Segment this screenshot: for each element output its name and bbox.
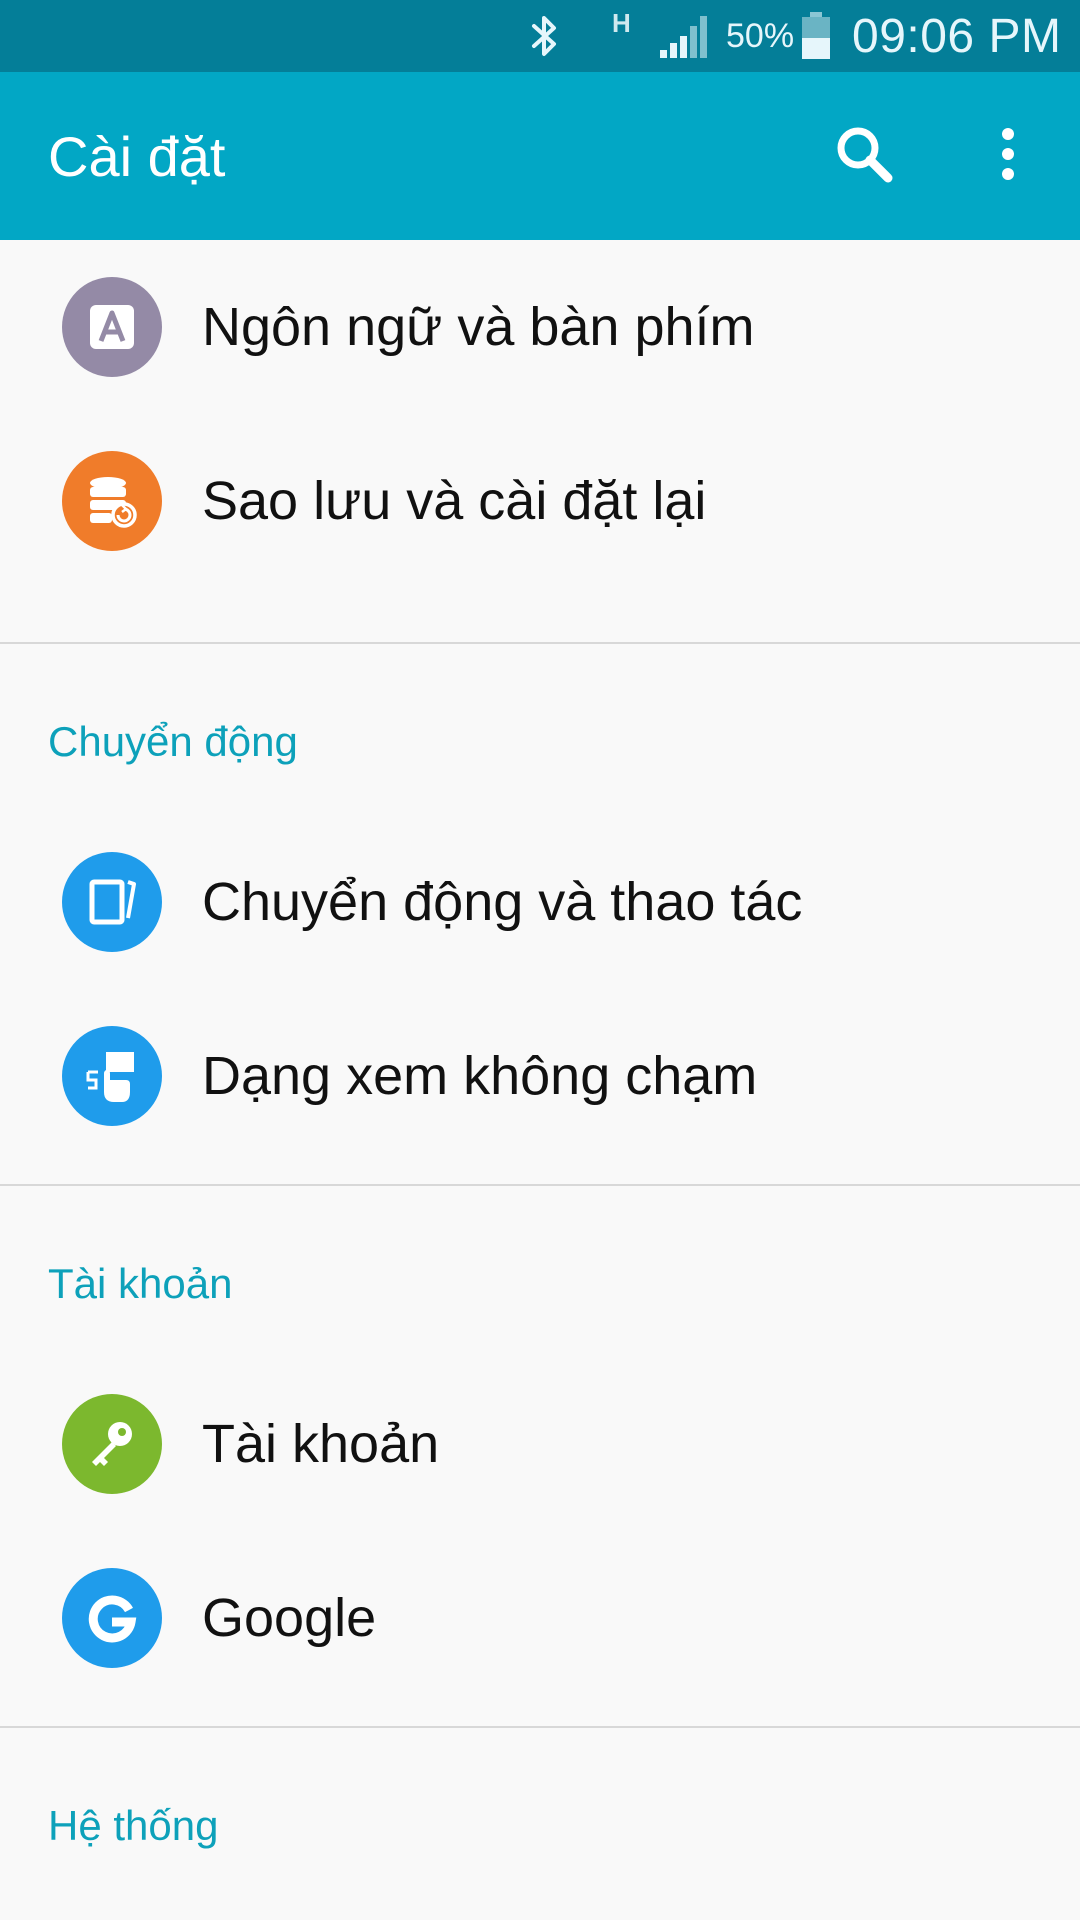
section-divider: [0, 1184, 1080, 1186]
section-header-motion: Chuyển động: [48, 718, 298, 765]
status-bar: H 50% 09:06 PM: [0, 0, 1080, 72]
section-header-accounts: Tài khoản: [48, 1260, 233, 1307]
more-vert-icon: [998, 126, 1018, 187]
search-icon: [832, 122, 896, 191]
section-header-system: Hệ thống: [48, 1802, 219, 1849]
network-type-indicator: H: [612, 7, 631, 38]
settings-item-label: Tài khoản: [202, 1414, 440, 1474]
settings-item-label: Sao lưu và cài đặt lại: [202, 471, 707, 531]
account-key-icon: [62, 1394, 162, 1494]
air-view-icon: [62, 1026, 162, 1126]
settings-item-accounts[interactable]: Tài khoản: [0, 1357, 1080, 1531]
backup-reset-icon: [62, 451, 162, 551]
page-title: Cài đặt: [48, 124, 226, 188]
settings-item-label: Dạng xem không chạm: [202, 1046, 758, 1106]
settings-item-air-view[interactable]: Dạng xem không chạm: [0, 989, 1080, 1163]
settings-item-label: Ngôn ngữ và bàn phím: [202, 297, 755, 357]
google-icon: [62, 1568, 162, 1668]
signal-icon: [658, 0, 716, 72]
search-button[interactable]: [820, 112, 908, 200]
battery-icon: [800, 0, 836, 72]
settings-item-backup-reset[interactable]: Sao lưu và cài đặt lại: [0, 414, 1080, 588]
language-keyboard-icon: [62, 277, 162, 377]
motion-gesture-icon: [62, 852, 162, 952]
section-divider: [0, 1726, 1080, 1728]
battery-percent: 50%: [726, 16, 795, 55]
clock: 09:06 PM: [852, 9, 1062, 63]
settings-item-motion-gestures[interactable]: Chuyển động và thao tác: [0, 815, 1080, 989]
settings-item-label: Chuyển động và thao tác: [202, 872, 803, 932]
bluetooth-icon: [524, 0, 572, 72]
settings-item-label: Google: [202, 1588, 377, 1648]
more-options-button[interactable]: [964, 112, 1052, 200]
section-divider: [0, 642, 1080, 644]
app-bar: Cài đặt: [0, 72, 1080, 240]
settings-item-google[interactable]: Google: [0, 1531, 1080, 1705]
settings-item-language-keyboard[interactable]: Ngôn ngữ và bàn phím: [0, 240, 1080, 414]
